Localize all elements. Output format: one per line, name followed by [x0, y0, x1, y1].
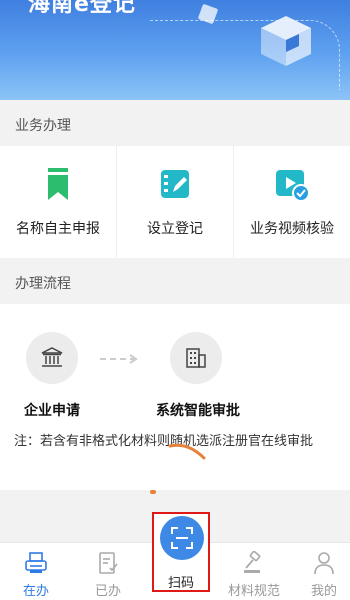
notebook-edit-icon [161, 170, 189, 198]
bank-building-icon [41, 347, 63, 367]
video-check-icon [276, 170, 310, 202]
decoration-mark [150, 490, 156, 494]
service-label: 名称自主申报 [16, 221, 100, 237]
office-building-icon [186, 348, 206, 368]
service-registration[interactable]: 设立登记 [117, 146, 234, 258]
tab-material-spec[interactable]: 材料规范 [224, 543, 284, 600]
service-label: 设立登记 [147, 221, 203, 237]
section-header-business: 业务办理 [0, 102, 350, 146]
service-video-verification[interactable]: 业务视频核验 [234, 146, 350, 258]
tab-label: 已办 [94, 584, 121, 599]
tab-completed[interactable]: 已办 [78, 543, 138, 600]
scan-label: 扫码 [167, 576, 194, 591]
tab-label: 在办 [22, 584, 49, 599]
step-system-approval [170, 332, 222, 384]
dashed-arrow-icon [100, 354, 138, 364]
user-icon [314, 552, 334, 575]
service-grid: 名称自主申报 设立登记 业务视频核验 [0, 146, 350, 258]
process-flow: 企业申请 系统智能审批 注：若含有非格式化材料则随机选派注册官在线审批 [0, 304, 350, 490]
banner-title: 海南e登记 [28, 0, 136, 17]
tab-label: 材料规范 [227, 584, 280, 599]
tab-in-progress[interactable]: 在办 [6, 543, 66, 600]
printer-doc-icon [25, 552, 47, 573]
service-label: 业务视频核验 [250, 221, 334, 237]
tab-mine[interactable]: 我的 [294, 543, 350, 600]
step-enterprise-apply [26, 332, 78, 384]
gavel-icon [244, 551, 261, 573]
section-title: 办理流程 [15, 276, 71, 292]
swoosh-mark [168, 443, 206, 460]
scan-tab[interactable]: 扫码 [152, 512, 210, 592]
section-header-process: 办理流程 [0, 260, 350, 304]
doc-check-icon [99, 552, 118, 574]
tab-label: 我的 [310, 584, 337, 599]
scan-button[interactable] [160, 516, 204, 560]
header-banner: 海南e登记 [0, 0, 350, 100]
step-label: 企业申请 [24, 403, 80, 419]
service-name-declaration[interactable]: 名称自主申报 [0, 146, 117, 258]
step-label: 系统智能审批 [156, 403, 240, 419]
scan-icon [171, 527, 193, 549]
process-note: 注：若含有非格式化材料则随机选派注册官在线审批 [14, 434, 314, 449]
section-title: 业务办理 [15, 118, 71, 134]
bookmark-icon [48, 168, 68, 200]
cube-stack-icon [261, 16, 311, 66]
